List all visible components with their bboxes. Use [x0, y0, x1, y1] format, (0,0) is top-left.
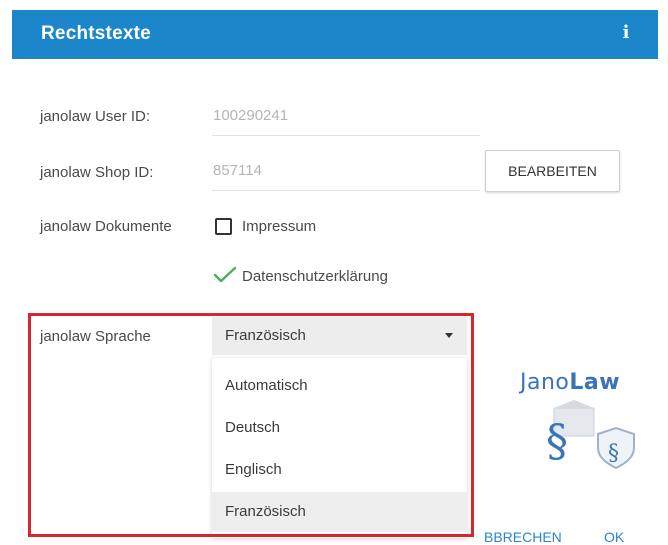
- language-option-englisch[interactable]: Englisch: [212, 450, 467, 490]
- language-option-deutsch[interactable]: Deutsch: [212, 408, 467, 448]
- svg-text:§: §: [608, 441, 619, 466]
- language-label: janolaw Sprache: [40, 328, 151, 345]
- logo-wordmark-light: Jano: [520, 370, 570, 395]
- language-selected-value: Französisch: [225, 327, 306, 344]
- cancel-button[interactable]: BBRECHEN: [484, 529, 562, 545]
- user-id-label: janolaw User ID:: [40, 108, 151, 125]
- shop-id-field[interactable]: 857114: [213, 162, 262, 179]
- logo-paragraph-shield-icon: § §: [546, 400, 635, 470]
- info-icon[interactable]: i: [618, 22, 634, 44]
- shop-id-label: janolaw Shop ID:: [40, 164, 154, 181]
- janolaw-logo: JanoLaw § §: [518, 370, 648, 470]
- language-dropdown-menu: Automatisch Deutsch Englisch Französisch: [212, 358, 467, 538]
- user-id-underline: [212, 135, 480, 136]
- svg-text:§: §: [546, 416, 568, 467]
- option-label: Automatisch: [225, 377, 308, 394]
- user-id-field[interactable]: 100290241: [213, 107, 288, 124]
- ok-button[interactable]: OK: [604, 529, 624, 545]
- shop-id-underline: [212, 190, 480, 191]
- logo-wordmark: JanoLaw: [520, 370, 620, 395]
- language-option-franzoesisch[interactable]: Französisch: [212, 492, 467, 532]
- language-select[interactable]: Französisch: [212, 317, 467, 355]
- check-icon[interactable]: [213, 266, 237, 284]
- datenschutz-label: Datenschutzerklärung: [242, 268, 388, 285]
- option-label: Französisch: [225, 503, 306, 520]
- dialog-title: Rechtstexte: [41, 23, 151, 44]
- logo-wordmark-bold: Law: [569, 370, 621, 395]
- language-option-automatisch[interactable]: Automatisch: [212, 366, 467, 406]
- edit-button[interactable]: BEARBEITEN: [485, 150, 620, 192]
- option-label: Deutsch: [225, 419, 281, 436]
- dialog-header: Rechtstexte i: [12, 10, 658, 59]
- impressum-checkbox[interactable]: [215, 218, 232, 235]
- caret-down-icon: [445, 333, 453, 338]
- documents-label: janolaw Dokumente: [40, 218, 172, 235]
- option-label: Englisch: [225, 461, 282, 478]
- impressum-label: Impressum: [242, 218, 317, 235]
